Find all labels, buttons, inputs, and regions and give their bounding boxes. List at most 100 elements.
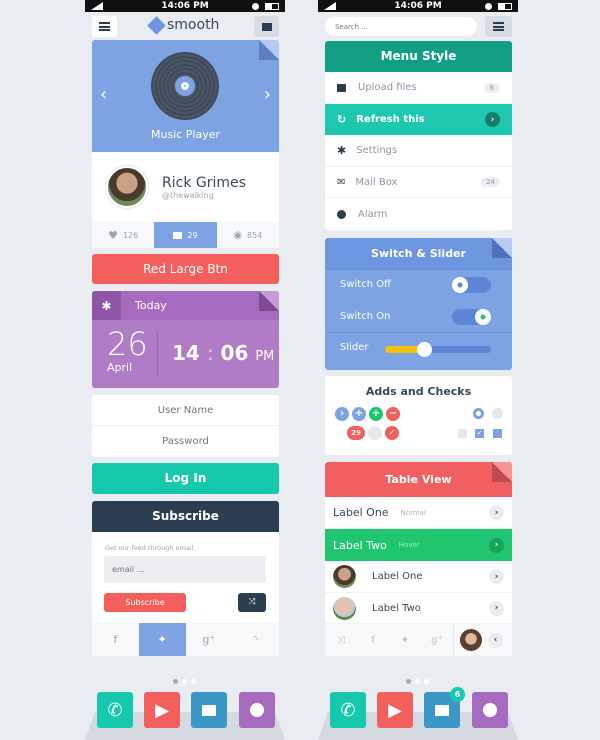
- prev-arrow-icon[interactable]: ‹: [100, 84, 107, 105]
- twitter-icon[interactable]: ✦: [138, 623, 186, 656]
- table-row[interactable]: Label Two ›: [325, 593, 512, 624]
- next-arrow-icon[interactable]: ›: [264, 84, 271, 105]
- table-view-card: Table View Label One Normal › Label Two Hov…: [325, 462, 512, 656]
- red-large-button[interactable]: Red Large Btn: [92, 254, 279, 284]
- menu-item-settings[interactable]: ✱ Settings: [325, 135, 512, 167]
- messages-app[interactable]: [191, 692, 227, 728]
- page-fold: [492, 238, 512, 258]
- check-icon[interactable]: ✓: [385, 426, 399, 440]
- chevron-right-icon[interactable]: ›: [335, 407, 349, 421]
- radio-unchecked[interactable]: [492, 408, 503, 419]
- clock-app[interactable]: [472, 692, 508, 728]
- page-fold: [492, 462, 512, 482]
- date-day: 26: [107, 325, 148, 363]
- avatar: [333, 565, 356, 588]
- subscribe-title: Subscribe: [92, 501, 279, 532]
- slider[interactable]: [385, 342, 491, 357]
- google-plus-icon[interactable]: g⁺: [421, 635, 453, 646]
- menu-label: Mail Box: [355, 176, 398, 188]
- menu-item-mailbox[interactable]: ✉ Mail Box 24: [325, 167, 512, 198]
- check-buttons: 29 ✓: [347, 426, 399, 440]
- empty-circle[interactable]: [368, 426, 382, 440]
- search-input[interactable]: [325, 17, 477, 36]
- menu-title: Menu Style: [325, 41, 512, 72]
- views-stat[interactable]: ◉ 854: [217, 222, 279, 248]
- hamburger-icon: [99, 22, 110, 31]
- comments-count: 29: [187, 230, 198, 240]
- profile: Rick Grimes @thewalking: [92, 152, 279, 222]
- heart-icon: ♥: [108, 228, 118, 242]
- messages-app[interactable]: 6: [424, 687, 465, 728]
- menu-button[interactable]: [485, 16, 512, 37]
- subscribe-card: Subscribe Get our feed through email. Su…: [92, 501, 279, 656]
- subscribe-button[interactable]: Subscribe: [104, 593, 186, 612]
- shuffle-icon[interactable]: ⤨: [325, 635, 357, 646]
- logo-icon: [147, 15, 166, 35]
- menu-label: Alarm: [358, 208, 388, 220]
- minus-icon[interactable]: −: [386, 407, 400, 421]
- menu-item-upload[interactable]: Upload files 8: [325, 72, 512, 104]
- google-plus-icon[interactable]: g⁺: [186, 623, 233, 656]
- gear-icon[interactable]: ✱: [92, 291, 121, 320]
- chat-button[interactable]: [254, 16, 279, 37]
- menu-item-refresh[interactable]: ↻ Refresh this ›: [325, 104, 512, 135]
- facebook-icon[interactable]: f: [92, 623, 139, 656]
- time-hour: 14: [172, 341, 200, 365]
- table-row[interactable]: Label Two Hover ›: [325, 529, 512, 561]
- phone-icon: ✆: [340, 699, 356, 721]
- mail-icon: ✉: [337, 176, 346, 188]
- table-row[interactable]: Label One Normal ›: [325, 497, 512, 529]
- phone-app[interactable]: ✆: [330, 692, 366, 728]
- comments-stat[interactable]: 29: [154, 222, 217, 248]
- switch-on[interactable]: [452, 309, 491, 325]
- alarm-icon: [485, 3, 492, 10]
- checkbox-checked[interactable]: ✓: [475, 429, 484, 438]
- row-label: Label Two: [372, 602, 421, 614]
- radio-checked[interactable]: [473, 408, 484, 419]
- row-sub: Hover: [398, 541, 420, 549]
- video-app[interactable]: ▶: [144, 692, 180, 728]
- chevron-left-icon[interactable]: ‹: [488, 632, 503, 648]
- menu-button[interactable]: [92, 16, 117, 37]
- password-input[interactable]: [92, 426, 279, 457]
- clock-app[interactable]: [239, 692, 275, 728]
- today-title: Today: [135, 299, 167, 312]
- switch-on-label: Switch On: [340, 311, 391, 322]
- badge: 24: [481, 177, 500, 187]
- row-label: Label One: [333, 506, 389, 519]
- today-card: ✱ Today 26 April 14 : 06 PM: [92, 291, 279, 388]
- page-fold: [259, 40, 279, 60]
- plus-icon[interactable]: +: [352, 407, 366, 421]
- video-app[interactable]: ▶: [377, 692, 413, 728]
- chevron-right-icon: ›: [485, 112, 500, 127]
- switch-title: Switch & Slider: [325, 238, 512, 270]
- battery-icon: [265, 3, 279, 10]
- menu-item-alarm[interactable]: Alarm: [325, 198, 512, 230]
- signal-icon: [91, 2, 103, 10]
- row-label: Label Two: [333, 538, 387, 552]
- shuffle-icon: ⤨: [248, 597, 256, 607]
- email-input[interactable]: [104, 556, 266, 583]
- logo: smooth: [147, 15, 219, 35]
- twitter-icon[interactable]: ✦: [389, 635, 421, 646]
- table-title: Table View: [325, 462, 512, 497]
- slider-handle[interactable]: [416, 342, 432, 357]
- time-display: 14 : 06 PM: [172, 341, 275, 365]
- phone-icon: ✆: [107, 699, 123, 721]
- facebook-icon[interactable]: f: [357, 635, 389, 646]
- likes-stat[interactable]: ♥ 126: [92, 222, 154, 248]
- rss-icon[interactable]: ◝: [232, 623, 279, 656]
- switch-off[interactable]: [452, 277, 491, 293]
- checkbox-unchecked[interactable]: [458, 429, 467, 438]
- checkbox-filled[interactable]: [493, 429, 502, 438]
- clock-icon: [337, 209, 346, 219]
- status-time: 14:06 PM: [394, 1, 442, 11]
- stats-bar: ♥ 126 29 ◉ 854: [92, 222, 279, 248]
- count-badge: 29: [347, 426, 365, 440]
- plus-icon[interactable]: +: [369, 407, 383, 421]
- phone-app[interactable]: ✆: [97, 692, 133, 728]
- username-input[interactable]: [92, 395, 279, 426]
- table-row[interactable]: Label One ›: [325, 561, 512, 593]
- shuffle-button[interactable]: ⤨: [238, 593, 266, 612]
- login-button[interactable]: Log In: [92, 463, 279, 494]
